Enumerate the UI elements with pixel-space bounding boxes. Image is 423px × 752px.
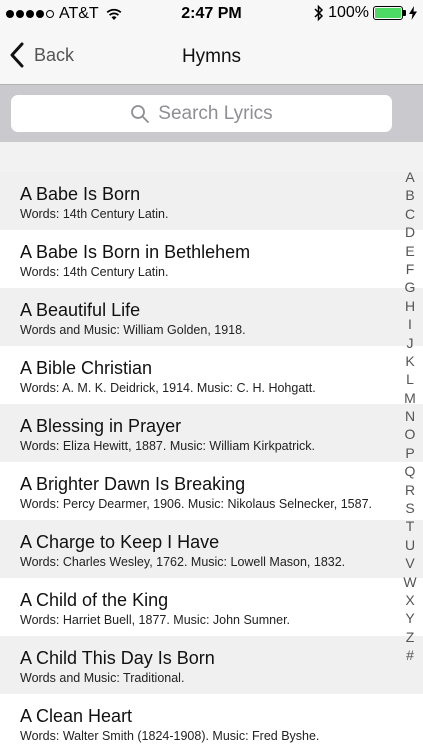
hymn-credit: Words and Music: Traditional. xyxy=(20,671,185,685)
hymn-credit: Words: 14th Century Latin. xyxy=(20,207,169,221)
index-letter[interactable]: U xyxy=(405,536,415,554)
index-letter[interactable]: W xyxy=(403,573,416,591)
back-button[interactable]: Back xyxy=(10,42,74,68)
hymn-row[interactable]: A Beautiful Life Words and Music: Willia… xyxy=(0,288,423,346)
hymn-row[interactable]: A Child This Day Is Born Words and Music… xyxy=(0,636,423,694)
hymn-credit: Words and Music: William Golden, 1918. xyxy=(20,323,246,337)
hymn-title: A Child This Day Is Born xyxy=(20,648,215,668)
index-letter[interactable]: G xyxy=(405,278,416,296)
chevron-left-icon xyxy=(10,42,24,68)
bluetooth-icon xyxy=(314,4,324,22)
section-header xyxy=(0,142,423,172)
hymn-credit: Words: Percy Dearmer, 1906. Music: Nikol… xyxy=(20,497,373,511)
index-letter[interactable]: H xyxy=(405,297,415,315)
index-letter[interactable]: S xyxy=(405,499,414,517)
index-letter[interactable]: Y xyxy=(405,609,414,627)
index-letter[interactable]: A xyxy=(405,168,414,186)
index-letter[interactable]: C xyxy=(405,205,415,223)
index-letter[interactable]: P xyxy=(405,444,414,462)
index-letter[interactable]: Q xyxy=(405,462,416,480)
index-letter[interactable]: R xyxy=(405,481,415,499)
hymn-credit: Words: Charles Wesley, 1762. Music: Lowe… xyxy=(20,555,346,569)
index-letter[interactable]: N xyxy=(405,407,415,425)
hymn-credit: Words: A. M. K. Deidrick, 1914. Music: C… xyxy=(20,381,316,395)
index-letter[interactable]: K xyxy=(405,352,414,370)
battery-percent: 100% xyxy=(328,4,369,21)
hymn-credit: Words: Harriet Buell, 1877. Music: John … xyxy=(20,613,291,627)
index-letter[interactable]: E xyxy=(405,242,414,260)
hymn-title: A Clean Heart xyxy=(20,706,133,726)
hymn-title: A Brighter Dawn Is Breaking xyxy=(20,474,246,494)
index-letter[interactable]: I xyxy=(408,315,412,333)
status-right: 100% xyxy=(314,4,417,22)
hymn-title: A Charge to Keep I Have xyxy=(20,532,220,552)
hymn-title: A Bible Christian xyxy=(20,358,153,378)
hymn-row[interactable]: A Brighter Dawn Is Breaking Words: Percy… xyxy=(0,462,423,520)
search-input[interactable]: Search Lyrics xyxy=(11,95,392,132)
hymn-title: A Blessing in Prayer xyxy=(20,416,182,436)
hymn-row[interactable]: A Bible Christian Words: A. M. K. Deidri… xyxy=(0,346,423,404)
index-letter[interactable]: M xyxy=(404,389,416,407)
search-placeholder: Search Lyrics xyxy=(158,102,273,124)
battery-icon xyxy=(373,6,406,20)
section-index[interactable]: A B C D E F G H I J K L M N O P Q R S T … xyxy=(400,168,420,665)
hymn-title: A Babe Is Born xyxy=(20,184,141,204)
navigation-bar: Back Hymns xyxy=(0,28,423,85)
hymn-row[interactable]: A Clean Heart Words: Walter Smith (1824-… xyxy=(0,694,423,752)
hymn-credit: Words: Eliza Hewitt, 1887. Music: Willia… xyxy=(20,439,315,453)
back-label: Back xyxy=(34,44,75,65)
index-letter[interactable]: F xyxy=(406,260,415,278)
index-letter[interactable]: Z xyxy=(406,628,415,646)
battery-fill xyxy=(375,8,401,18)
index-letter[interactable]: J xyxy=(407,334,414,352)
hymn-credit: Words: 14th Century Latin. xyxy=(20,265,169,279)
hymn-row[interactable]: A Charge to Keep I Have Words: Charles W… xyxy=(0,520,423,578)
index-letter[interactable]: L xyxy=(406,370,414,388)
index-letter[interactable]: B xyxy=(405,186,414,204)
charging-bolt-icon xyxy=(409,6,417,20)
search-bar: Search Lyrics xyxy=(0,85,423,142)
hymn-title: A Beautiful Life xyxy=(20,300,141,320)
hymn-row[interactable]: A Babe Is Born in Bethlehem Words: 14th … xyxy=(0,230,423,288)
index-letter[interactable]: D xyxy=(405,223,415,241)
hymn-list: A Babe Is Born Words: 14th Century Latin… xyxy=(0,172,423,752)
hymn-title: A Child of the King xyxy=(20,590,169,610)
hymn-row[interactable]: A Blessing in Prayer Words: Eliza Hewitt… xyxy=(0,404,423,462)
status-bar: AT&T 2:47 PM 100% xyxy=(0,0,423,28)
hymn-row[interactable]: A Babe Is Born Words: 14th Century Latin… xyxy=(0,172,423,230)
index-letter[interactable]: X xyxy=(405,591,414,609)
index-letter[interactable]: O xyxy=(405,425,416,443)
hymn-row[interactable]: A Child of the King Words: Harriet Buell… xyxy=(0,578,423,636)
index-letter[interactable]: T xyxy=(406,517,415,535)
hymn-credit: Words: Walter Smith (1824-1908). Music: … xyxy=(20,729,320,743)
index-letter[interactable]: V xyxy=(405,554,414,572)
hymn-title: A Babe Is Born in Bethlehem xyxy=(20,242,251,262)
index-letter[interactable]: # xyxy=(406,646,414,664)
search-icon xyxy=(131,104,150,123)
